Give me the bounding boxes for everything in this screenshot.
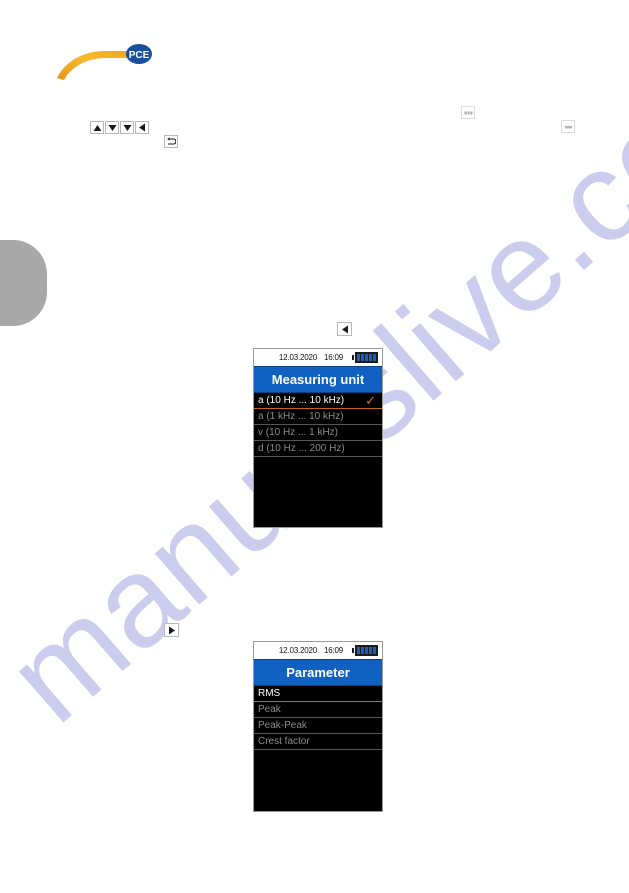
list-item[interactable]: d (10 Hz ... 200 Hz) — [254, 441, 382, 457]
list-empty-area — [254, 457, 382, 527]
status-bar: 12.03.2020 16:09 — [254, 349, 382, 366]
screen-title-parameter: Parameter — [254, 659, 382, 686]
list-item[interactable]: a (1 kHz ... 10 kHz) — [254, 409, 382, 425]
list-item[interactable]: Peak-Peak — [254, 718, 382, 734]
list-item-label: d (10 Hz ... 200 Hz) — [258, 443, 345, 454]
down-arrow-icon — [108, 124, 116, 131]
list-item-label: Peak-Peak — [258, 720, 307, 731]
list-item-label: a (1 kHz ... 10 kHz) — [258, 411, 344, 422]
screen-title-measuring-unit: Measuring unit — [254, 366, 382, 393]
list-item[interactable]: v (10 Hz ... 1 kHz) — [254, 425, 382, 441]
list-item[interactable]: Crest factor — [254, 734, 382, 750]
down-arrow-icon-2 — [123, 124, 131, 131]
list-item-label: Crest factor — [258, 736, 310, 747]
left-arrow-icon-inline — [341, 325, 348, 333]
back-key[interactable] — [164, 135, 178, 148]
faded-key-2[interactable] — [561, 120, 575, 133]
device-screen-measuring-unit: 12.03.2020 16:09 Measuring unit a (10 Hz… — [253, 348, 383, 528]
status-time: 16:09 — [323, 353, 343, 362]
measuring-unit-list: a (10 Hz ... 10 kHz) ✓ a (1 kHz ... 10 k… — [254, 393, 382, 457]
left-arrow-key[interactable] — [135, 121, 149, 134]
up-arrow-key[interactable] — [90, 121, 104, 134]
page-side-tab — [0, 240, 47, 326]
status-time: 16:09 — [323, 646, 343, 655]
inline-right-arrow-key[interactable] — [164, 623, 179, 637]
list-empty-area — [254, 750, 382, 811]
status-bar: 12.03.2020 16:09 — [254, 642, 382, 659]
pce-logo: PCE — [55, 42, 155, 82]
battery-icon — [352, 352, 378, 363]
device-screen-parameter: 12.03.2020 16:09 Parameter RMS Peak Peak… — [253, 641, 383, 812]
list-item-label: a (10 Hz ... 10 kHz) — [258, 395, 345, 406]
inline-left-arrow-key[interactable] — [337, 322, 352, 336]
down-arrow-key[interactable] — [105, 121, 119, 134]
list-item[interactable]: Peak — [254, 702, 382, 718]
list-item[interactable]: RMS — [254, 686, 382, 702]
back-arrow-icon — [167, 137, 176, 145]
list-item-label: RMS — [258, 688, 281, 699]
list-item-label: v (10 Hz ... 1 kHz) — [258, 427, 339, 438]
down-arrow-key-2[interactable] — [120, 121, 134, 134]
parameter-list: RMS Peak Peak-Peak Crest factor — [254, 686, 382, 750]
right-arrow-icon-inline — [168, 626, 175, 634]
faded-key-icon-1 — [464, 111, 472, 114]
list-item-label: Peak — [258, 704, 281, 715]
faded-key-1[interactable] — [461, 106, 475, 119]
status-date: 12.03.2020 — [278, 353, 317, 362]
list-item[interactable]: a (10 Hz ... 10 kHz) ✓ — [254, 393, 382, 409]
battery-icon — [352, 645, 378, 656]
check-icon: ✓ — [365, 393, 376, 408]
up-arrow-icon — [93, 124, 101, 131]
left-arrow-icon — [139, 123, 145, 132]
pce-logo-text: PCE — [129, 50, 150, 61]
faded-key-icon-2 — [564, 125, 572, 128]
status-date: 12.03.2020 — [278, 646, 317, 655]
